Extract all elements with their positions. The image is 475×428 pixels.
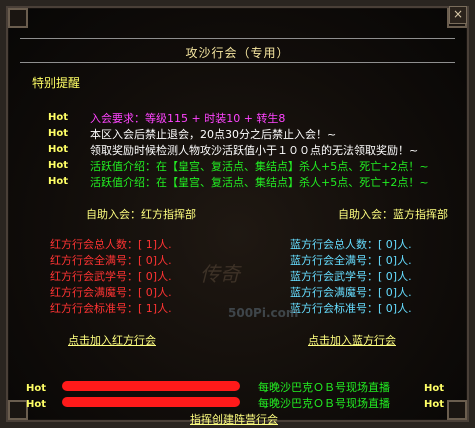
header-divider xyxy=(20,62,455,63)
notice-heading: 特别提醒 xyxy=(32,76,81,90)
hot-badge: Hot xyxy=(48,144,69,155)
blue-auto-join-label: 自助入会：蓝方指挥部 xyxy=(338,208,448,221)
hot-line-text: 本区入会后禁止退会，20点30分之后禁止入会！~ xyxy=(90,128,337,141)
hot-badge: Hot xyxy=(424,399,445,410)
join-red-guild-link[interactable]: 点击加入红方行会 xyxy=(68,332,156,348)
frame-corner-ornament xyxy=(8,8,28,28)
live-row: Hot xyxy=(424,397,444,410)
red-stat-standard: 红方行会标准号：[ 1]人. xyxy=(50,302,172,315)
red-auto-join-label: 自助入会：红方指挥部 xyxy=(86,208,196,221)
hot-line: Hot 活跃值介绍：在【皇宫、复活点、集结点】杀人+5点、死亡+2点！~ xyxy=(48,174,429,189)
create-camp-guild-link[interactable]: 指挥创建阵营行会 xyxy=(190,411,278,427)
hot-badge: Hot xyxy=(48,128,69,139)
header-divider xyxy=(20,38,455,39)
blue-stat-standard: 蓝方行会标准号：[ 0]人. xyxy=(290,302,412,315)
hot-line: Hot 活跃值介绍：在【皇宫、复活点、集结点】杀人+5点、死亡+2点！~ xyxy=(48,158,429,173)
live-row: Hot xyxy=(26,397,46,410)
live-row: Hot xyxy=(26,381,46,394)
watermark-site: 500Pi.com xyxy=(228,306,299,320)
blue-stat-total: 蓝方行会总人数：[ 0]人. xyxy=(290,238,412,251)
window-title: 攻沙行会（专用） xyxy=(185,46,290,60)
red-stat-full: 红方行会全满号：[ 0]人. xyxy=(50,254,172,267)
hot-line-text: 活跃值介绍：在【皇宫、复活点、集结点】杀人+5点、死亡+2点！~ xyxy=(90,176,429,189)
hot-badge: Hot xyxy=(26,383,47,394)
live-row: Hot xyxy=(424,381,444,394)
join-blue-guild-link[interactable]: 点击加入蓝方行会 xyxy=(308,332,396,348)
blue-stat-magic: 蓝方行会满魔号：[ 0]人. xyxy=(290,286,412,299)
redacted-text xyxy=(62,381,240,391)
red-stat-total: 红方行会总人数：[ 1]人. xyxy=(50,238,172,251)
close-button[interactable]: × xyxy=(449,6,467,24)
hot-badge: Hot xyxy=(48,160,69,171)
hot-line-text: 领取奖励时候检测人物攻沙活跃值小于１００点的无法领取奖励！~ xyxy=(90,144,419,157)
hot-line: Hot 本区入会后禁止退会，20点30分之后禁止入会！~ xyxy=(48,126,336,141)
blue-stat-martial: 蓝方行会武学号：[ 0]人. xyxy=(290,270,412,283)
redacted-text xyxy=(62,397,240,407)
frame-corner-ornament xyxy=(8,400,28,420)
hot-line-text: 活跃值介绍：在【皇宫、复活点、集结点】杀人+5点、死亡+2点！~ xyxy=(90,160,429,173)
blue-stat-full: 蓝方行会全满号：[ 0]人. xyxy=(290,254,412,267)
hot-badge: Hot xyxy=(48,112,69,123)
live-broadcast-text: 每晚沙巴克ＯＢ号现场直播 xyxy=(258,381,390,394)
red-stat-magic: 红方行会满魔号：[ 0]人. xyxy=(50,286,172,299)
hot-badge: Hot xyxy=(48,176,69,187)
hot-line-text: 入会要求：等级115 + 时装10 + 转生8 xyxy=(90,112,286,125)
hot-line: Hot 入会要求：等级115 + 时装10 + 转生8 xyxy=(48,110,285,125)
hot-badge: Hot xyxy=(424,383,445,394)
frame-corner-ornament xyxy=(447,400,467,420)
live-broadcast-text: 每晚沙巴克ＯＢ号现场直播 xyxy=(258,397,390,410)
red-stat-martial: 红方行会武学号：[ 0]人. xyxy=(50,270,172,283)
hot-badge: Hot xyxy=(26,399,47,410)
watermark-logo: 传奇 xyxy=(200,262,240,286)
hot-line: Hot 领取奖励时候检测人物攻沙活跃值小于１００点的无法领取奖励！~ xyxy=(48,142,418,157)
